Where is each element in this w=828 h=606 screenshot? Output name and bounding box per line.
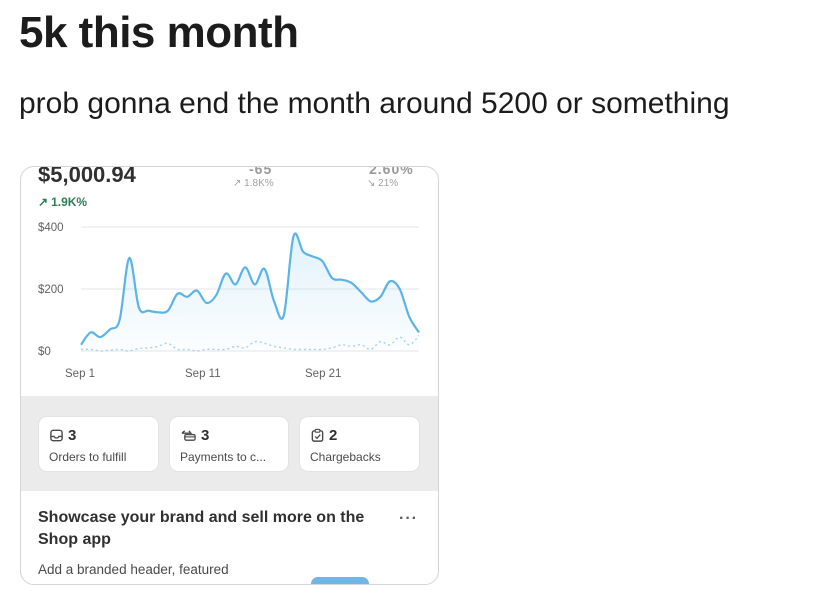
payments-count: 3 bbox=[201, 427, 210, 444]
payment-icon bbox=[180, 428, 197, 443]
chargeback-icon bbox=[310, 428, 325, 443]
promo-title: Showcase your brand and sell more on the… bbox=[38, 509, 365, 548]
orders-label: Orders to fulfill bbox=[49, 450, 127, 464]
action-button-partial[interactable] bbox=[311, 577, 369, 584]
chargebacks-label: Chargebacks bbox=[310, 450, 381, 464]
x-tick-label: Sep 11 bbox=[185, 368, 221, 380]
post-title: 5k this month bbox=[19, 8, 299, 57]
y-tick-label: $0 bbox=[38, 346, 51, 358]
orders-count: 3 bbox=[68, 427, 77, 444]
x-tick-label: Sep 1 bbox=[65, 368, 95, 380]
card-orders-to-fulfill[interactable]: 3 Orders to fulfill bbox=[38, 416, 159, 472]
promo-description: Add a branded header, featured bbox=[38, 562, 229, 577]
y-tick-label: $200 bbox=[38, 284, 64, 296]
sales-area-fill bbox=[81, 233, 419, 351]
chargebacks-count: 2 bbox=[329, 427, 338, 444]
payments-label: Payments to c... bbox=[180, 450, 267, 464]
card-payments-to-capture[interactable]: 3 Payments to c... bbox=[169, 416, 289, 472]
sales-chart[interactable]: $400 $200 $0 Sep 1 Sep 11 Sep 21 bbox=[21, 167, 438, 397]
post-body: prob gonna end the month around 5200 or … bbox=[19, 87, 730, 120]
y-tick-label: $400 bbox=[38, 222, 64, 234]
dashboard-screenshot[interactable]: $5,000.94 ↗ 1.9K% -65 ↗ 1.8K% 2.60% ↘ 21%… bbox=[20, 166, 439, 585]
more-horizontal-icon[interactable]: ··· bbox=[399, 510, 418, 528]
x-tick-label: Sep 21 bbox=[305, 368, 341, 380]
inbox-icon bbox=[49, 428, 64, 443]
card-chargebacks[interactable]: 2 Chargebacks bbox=[299, 416, 420, 472]
